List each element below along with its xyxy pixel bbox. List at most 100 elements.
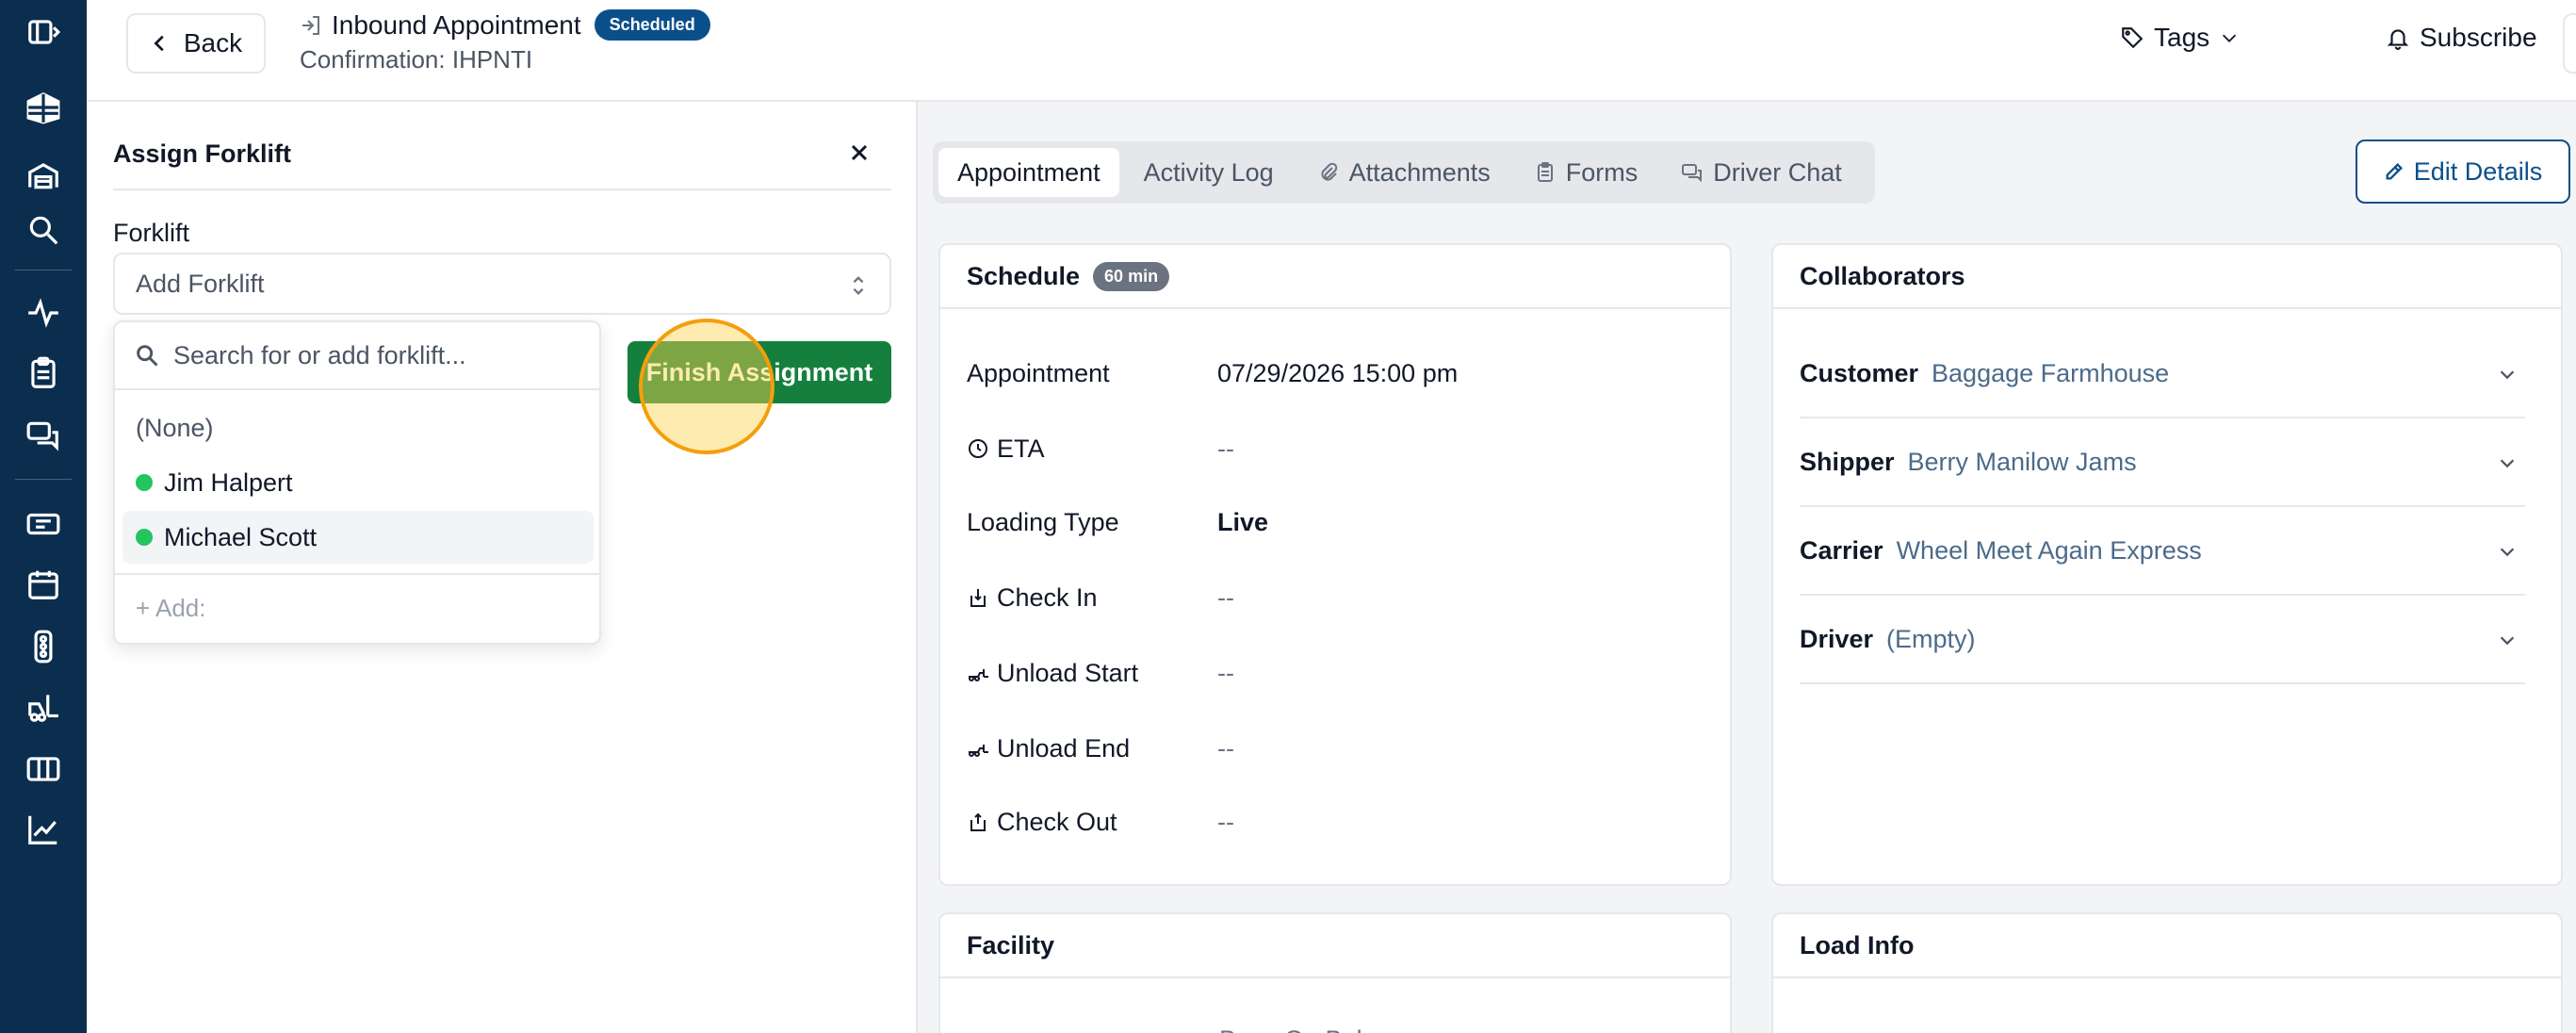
schedule-card: Schedule 60 min Appointment 07/29/2026 1… <box>938 243 1732 886</box>
check-out-icon <box>970 812 986 831</box>
inbound-icon <box>302 15 319 35</box>
forklift-field-label: Forklift <box>113 219 189 247</box>
tags-label: Tags <box>2154 23 2210 52</box>
clock-icon <box>969 439 987 458</box>
activity-icon[interactable] <box>15 288 72 337</box>
back-button[interactable]: Back <box>126 13 266 74</box>
collaborator-role: Driver <box>1800 624 1874 653</box>
row-label: Loading Type <box>967 507 1119 536</box>
search-icon <box>137 345 158 367</box>
close-panel-button[interactable] <box>840 134 878 172</box>
row-value: -- <box>1217 434 1234 463</box>
collaborator-role: Customer <box>1800 358 1919 387</box>
ticket-icon[interactable] <box>15 500 72 549</box>
page-header: Back Inbound Appointment Scheduled Confi… <box>87 0 2576 102</box>
close-icon <box>851 144 868 161</box>
card-title: Facility <box>967 930 1055 959</box>
tab-attachments[interactable]: Attachments <box>1298 148 1509 197</box>
schedule-row-unload-end: Unload End -- <box>967 730 1720 767</box>
chevron-down-icon <box>2500 459 2515 468</box>
card-title: Collaborators <box>1800 261 1965 290</box>
tab-label: Appointment <box>957 157 1101 187</box>
forklift-search-input[interactable] <box>173 340 569 370</box>
add-forklift-option[interactable]: + Add: <box>136 594 205 623</box>
forklift-option-jim-halpert[interactable]: Jim Halpert <box>122 456 594 509</box>
forklift-select[interactable]: Add Forklift <box>113 253 891 315</box>
available-status-dot <box>136 529 153 546</box>
tab-forms[interactable]: Forms <box>1515 148 1657 197</box>
tab-label: Activity Log <box>1143 157 1274 187</box>
schedule-row-unload-start: Unload Start -- <box>967 654 1720 692</box>
row-value: -- <box>1217 733 1234 762</box>
search-icon[interactable] <box>15 205 72 254</box>
forklift-dropdown: (None) Jim Halpert Michael Scott + Add: <box>113 320 601 645</box>
schedule-card-header: Schedule 60 min <box>940 245 1730 309</box>
status-badge: Scheduled <box>594 9 710 41</box>
traffic-light-icon[interactable] <box>15 622 72 671</box>
collaborator-row-driver[interactable]: Driver (Empty) <box>1800 596 2525 684</box>
forklift-select-placeholder: Add Forklift <box>136 269 265 298</box>
page-title: Inbound Appointment <box>332 9 581 40</box>
clipboard-icon[interactable] <box>15 349 72 398</box>
panel-divider <box>113 189 891 190</box>
clipboard-icon <box>1537 162 1553 182</box>
row-value: -- <box>1217 658 1234 687</box>
row-value: -- <box>1217 582 1234 612</box>
row-value: -- <box>1217 807 1234 836</box>
collaborator-name: (Empty) <box>1886 624 1976 653</box>
map-icon[interactable] <box>15 745 72 794</box>
subscribe-label: Subscribe <box>2420 23 2537 52</box>
collaborator-row-carrier[interactable]: Carrier Wheel Meet Again Express <box>1800 507 2525 596</box>
collaborator-row-customer[interactable]: Customer Baggage Farmhouse <box>1800 330 2525 418</box>
schedule-row-check-out: Check Out -- <box>967 803 1720 841</box>
subscribe-button[interactable]: Subscribe <box>2386 23 2537 53</box>
load-info-card-header: Load Info <box>1773 914 2561 978</box>
forklift-icon[interactable] <box>15 682 72 731</box>
chevron-down-icon <box>2500 370 2515 380</box>
duration-badge: 60 min <box>1093 261 1170 291</box>
collaborator-role: Carrier <box>1800 535 1883 565</box>
sidebar-toggle-icon[interactable] <box>15 8 72 57</box>
chevron-up-down-icon <box>853 276 864 295</box>
assign-forklift-panel: Assign Forklift Forklift Add Forklift (N… <box>87 102 918 1033</box>
row-value: Live <box>1217 507 1269 536</box>
warehouse-logo-icon[interactable] <box>15 83 72 132</box>
collaborators-card-header: Collaborators <box>1773 245 2561 309</box>
chart-icon[interactable] <box>15 805 72 854</box>
tab-label: Driver Chat <box>1713 157 1842 187</box>
more-options-button[interactable] <box>2563 13 2576 74</box>
tab-driver-chat[interactable]: Driver Chat <box>1662 148 1861 197</box>
tags-dropdown-button[interactable]: Tags <box>2120 23 2240 53</box>
row-label: Unload Start <box>967 659 1217 688</box>
tab-activity-log[interactable]: Activity Log <box>1125 148 1293 197</box>
forklift-search <box>115 322 599 390</box>
finish-assignment-button[interactable]: Finish Assignment <box>628 341 891 403</box>
schedule-row-loading-type: Loading Type Live <box>967 503 1720 541</box>
tag-icon <box>2122 27 2144 49</box>
facility-card: Facility Bees On Bales <box>938 912 1732 1033</box>
chat-icon[interactable] <box>15 411 72 460</box>
calendar-icon[interactable] <box>15 560 72 609</box>
panel-title: Assign Forklift <box>113 139 292 168</box>
collaborator-name: Berry Manilow Jams <box>1907 447 2137 476</box>
dropdown-divider <box>115 573 599 575</box>
row-label: Unload End <box>967 734 1217 763</box>
confirmation-number: Confirmation: IHPNTI <box>300 45 533 74</box>
dock-icon[interactable] <box>15 151 72 200</box>
forklift-icon <box>969 745 988 757</box>
appointment-title-row: Inbound Appointment Scheduled <box>300 9 710 41</box>
forklift-option-michael-scott[interactable]: Michael Scott <box>122 511 594 564</box>
edit-details-label: Edit Details <box>2413 156 2543 186</box>
chevron-left-icon <box>154 35 164 52</box>
edit-details-button[interactable]: Edit Details <box>2356 139 2570 204</box>
facility-name: Bees On Bales <box>1219 1025 1389 1033</box>
back-label: Back <box>183 28 243 57</box>
row-value: 07/29/2026 15:00 pm <box>1217 358 1459 387</box>
tab-label: Forms <box>1565 157 1639 187</box>
tab-appointment[interactable]: Appointment <box>938 148 1119 197</box>
collaborator-name: Wheel Meet Again Express <box>1896 535 2202 565</box>
collaborator-row-shipper[interactable]: Shipper Berry Manilow Jams <box>1800 418 2525 507</box>
forklift-option-none[interactable]: (None) <box>122 402 594 454</box>
sidebar-rail <box>0 0 87 1033</box>
option-label: (None) <box>136 413 214 442</box>
